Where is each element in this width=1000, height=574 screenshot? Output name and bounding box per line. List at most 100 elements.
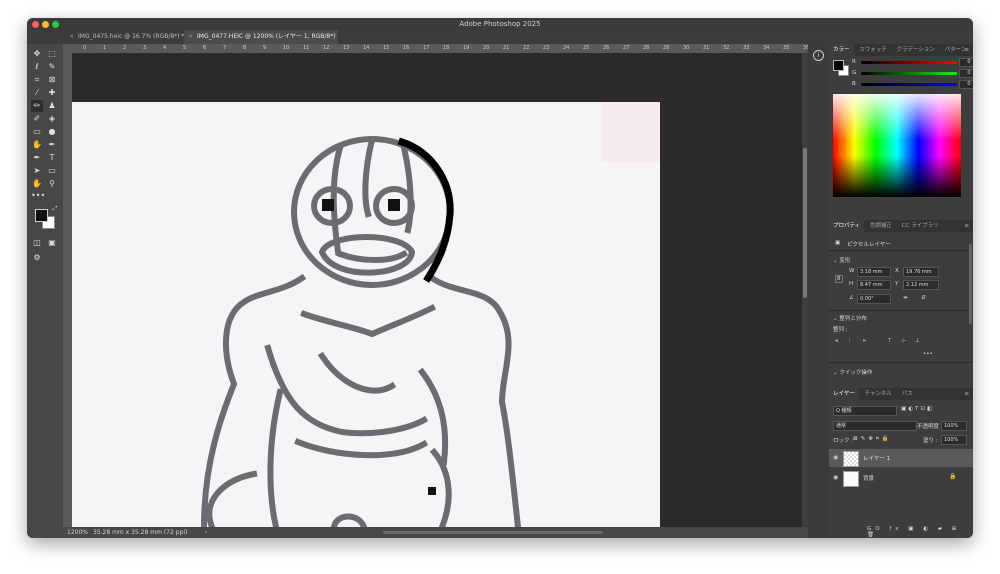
gradient-tool-icon[interactable]: ▭ [31, 126, 43, 138]
crop-tool-icon[interactable]: ⌗ [31, 74, 43, 86]
document-canvas[interactable] [72, 102, 660, 527]
new-group-icon[interactable]: ▰ [938, 526, 946, 532]
zoom-window-button[interactable] [52, 21, 59, 28]
blur-tool-icon[interactable]: ● [46, 126, 58, 138]
width-field[interactable]: 3.18 mm [857, 267, 891, 277]
transform-section-toggle[interactable]: ⌄ 変形 [833, 256, 850, 264]
filter-icons[interactable]: ▣◐T⊡◧ [901, 406, 934, 412]
panel-menu-icon[interactable]: ≡ [964, 220, 969, 232]
clone-stamp-tool-icon[interactable]: ♟ [46, 100, 58, 112]
layer-name[interactable]: 背景 [863, 474, 874, 482]
type-tool-icon[interactable]: ✒ [31, 152, 43, 164]
zoom-tool-icon[interactable]: ⚲ [46, 178, 58, 190]
align-bottom-icon[interactable]: ⊥ [915, 338, 920, 344]
lasso-tool-icon[interactable]: ℓ [31, 61, 43, 73]
link-dimensions-icon[interactable]: 8 [835, 275, 843, 283]
frame-tool-icon[interactable]: ⊠ [46, 74, 58, 86]
y-field[interactable]: 2.12 mm [903, 280, 939, 290]
x-field[interactable]: 19.76 mm [903, 267, 939, 277]
adjustment-layer-icon[interactable]: ◐ [923, 526, 932, 532]
panel-menu-icon[interactable]: ≡ [964, 388, 969, 400]
layers-footer-icons[interactable]: GO fx ▣ ◐ ▰ ⊞ 🗑 [867, 526, 973, 538]
fill-field[interactable]: 100% [941, 435, 967, 445]
angle-field[interactable]: 0.00° [857, 294, 891, 304]
horizontal-scrollbar-thumb[interactable] [383, 531, 603, 534]
share-icon[interactable]: ⚙ [31, 252, 43, 264]
foreground-color-swatch[interactable] [35, 209, 48, 222]
info-icon[interactable]: i [813, 50, 824, 61]
tab-color[interactable]: カラー [829, 44, 854, 56]
history-brush-tool-icon[interactable]: ✐ [31, 113, 43, 125]
properties-scrollbar[interactable] [969, 244, 972, 324]
opacity-field[interactable]: 100% [941, 421, 967, 431]
more-tools-icon[interactable]: ••• [31, 190, 45, 202]
new-layer-icon[interactable]: ⊞ [952, 526, 961, 532]
healing-brush-tool-icon[interactable]: ✚ [46, 87, 58, 99]
height-field[interactable]: 8.47 mm [857, 280, 891, 290]
tab-gradients[interactable]: グラデーション [893, 44, 939, 56]
move-tool-icon[interactable]: ✥ [31, 48, 43, 60]
align-section-toggle[interactable]: ⌄ 整列と分布 [833, 314, 867, 322]
channel-g-value[interactable]: 0 [959, 69, 973, 78]
channel-r-slider[interactable] [861, 61, 957, 64]
add-mask-icon[interactable]: ▣ [908, 526, 917, 532]
channel-b-value[interactable]: 0 [959, 80, 973, 89]
align-center-icon[interactable]: ⫶ [849, 338, 850, 345]
tab-img-0475[interactable]: × IMG_0475.heic @ 16.7% (RGB/8*) * [65, 30, 187, 44]
color-spectrum[interactable] [833, 94, 961, 197]
screen-mode-icon[interactable]: ▣ [46, 237, 58, 249]
quick-actions-toggle[interactable]: ⌄ クイック操作 [833, 368, 872, 376]
tab-channels[interactable]: チャンネル [861, 388, 896, 400]
eraser-tool-icon[interactable]: ◈ [46, 113, 58, 125]
zoom-level[interactable]: 1200% [67, 527, 88, 538]
vertical-scrollbar-thumb[interactable] [803, 148, 807, 298]
tab-swatches[interactable]: スウォッチ [855, 44, 891, 56]
quick-mask-icon[interactable]: ◫ [31, 237, 43, 249]
marquee-tool-icon[interactable]: ⬚ [46, 48, 58, 60]
fx-icon[interactable]: fx [889, 526, 902, 532]
align-top-icon[interactable]: ⊤ [887, 338, 892, 344]
blend-mode-select[interactable]: 通常 [833, 421, 917, 431]
channel-r-value[interactable]: 0 [959, 58, 973, 67]
color-fg-swatch[interactable] [833, 60, 844, 71]
brush-tool-icon[interactable]: ✏ [31, 100, 43, 112]
flip-vertical-icon[interactable]: ⇵ [921, 295, 926, 301]
layer-row-layer-1[interactable]: ◉ レイヤー 1 [829, 449, 973, 467]
visibility-eye-icon[interactable]: ◉ [833, 454, 838, 461]
layer-row-background[interactable]: ◉ 背景 🔒 [829, 469, 973, 487]
close-tab-icon[interactable]: × [69, 33, 74, 40]
channel-b-slider[interactable] [861, 83, 957, 86]
canvas-area[interactable] [72, 53, 806, 527]
align-left-icon[interactable]: ⫷ [835, 338, 838, 345]
tab-cc-libraries[interactable]: CC ライブラリ [898, 220, 943, 232]
align-right-icon[interactable]: ⫸ [863, 338, 866, 345]
quick-select-tool-icon[interactable]: ✎ [46, 61, 58, 73]
path-select-tool-icon[interactable]: ➤ [31, 165, 43, 177]
dodge-tool-icon[interactable]: ✋ [31, 139, 43, 151]
tab-img-0477[interactable]: × IMG_0477.HEIC @ 1200% (レイヤー 1, RGB/8*) … [184, 30, 338, 54]
layer-name[interactable]: レイヤー 1 [863, 454, 890, 462]
visibility-eye-icon[interactable]: ◉ [833, 474, 838, 481]
swap-colors-icon[interactable]: ⤢ [49, 203, 61, 215]
eyedropper-tool-icon[interactable]: ⁄ [31, 87, 43, 99]
tab-properties[interactable]: プロパティ [829, 220, 865, 232]
pen-tool-icon[interactable]: ✒ [46, 139, 58, 151]
align-middle-icon[interactable]: ⊹ [901, 338, 906, 344]
delete-layer-icon[interactable]: 🗑 [867, 532, 878, 538]
hand-tool-icon[interactable]: ✋ [31, 178, 43, 190]
more-options-icon[interactable]: ••• [923, 351, 933, 357]
flip-horizontal-icon[interactable]: ⇹ [903, 295, 908, 301]
panel-menu-icon[interactable]: ≡ [964, 44, 969, 56]
minimize-window-button[interactable] [42, 21, 49, 28]
tab-layers[interactable]: レイヤー [829, 388, 859, 400]
lock-icons[interactable]: ⊠✎✥⌗🔒 [853, 436, 892, 443]
tab-adjustments[interactable]: 色調補正 [866, 220, 896, 232]
close-tab-icon[interactable]: × [188, 33, 193, 40]
close-window-button[interactable] [32, 21, 39, 28]
channel-g-slider[interactable] [861, 72, 957, 75]
status-arrow-icon[interactable]: › [205, 527, 207, 538]
layer-filter-select[interactable]: Q 種類 [833, 406, 897, 416]
rectangle-tool-icon[interactable]: ▭ [46, 165, 58, 177]
tab-paths[interactable]: パス [898, 388, 917, 400]
text-tool-icon[interactable]: T [46, 152, 58, 164]
